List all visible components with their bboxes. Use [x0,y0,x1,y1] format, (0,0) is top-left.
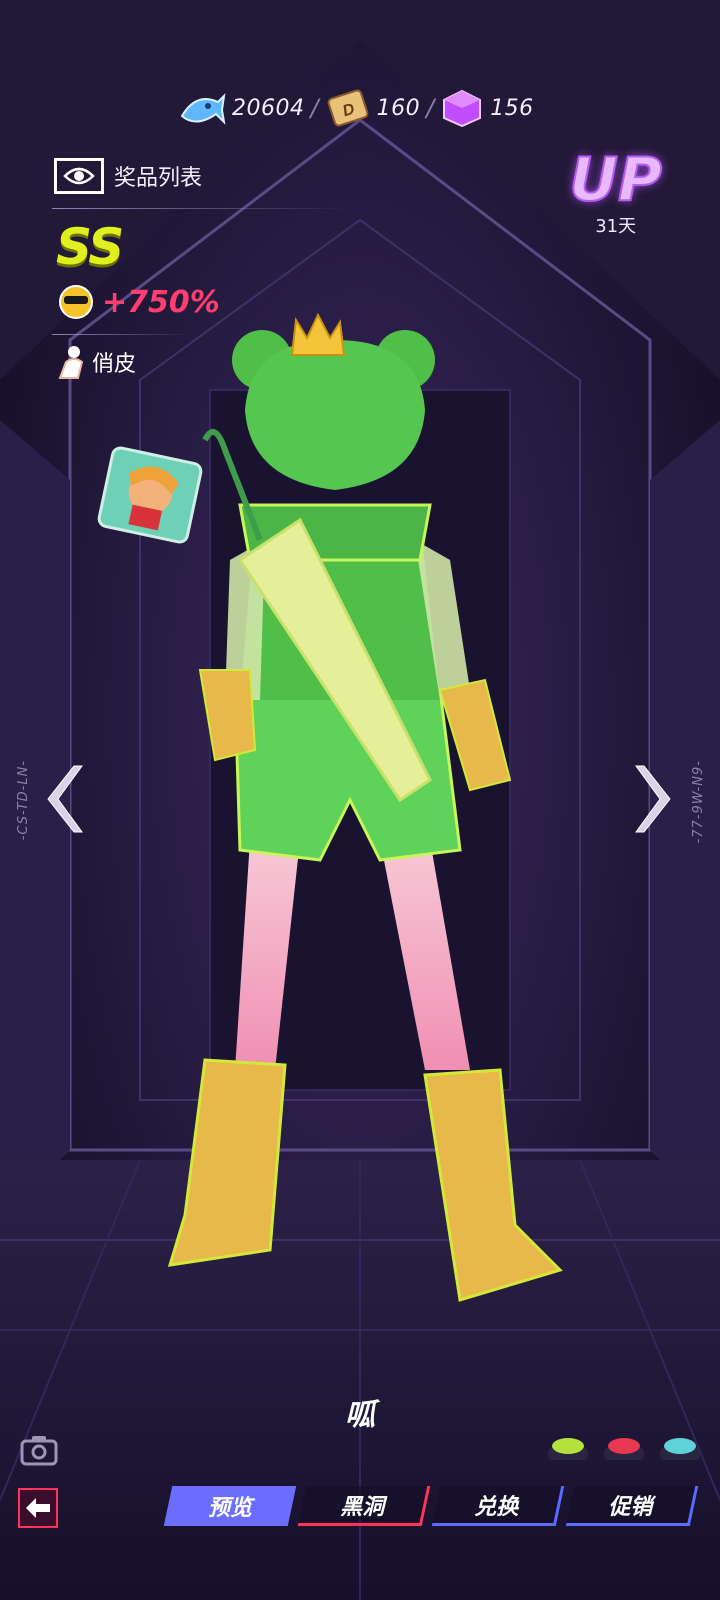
bottom-tab-bar: 预览 黑洞 兑换 促销 [163,1486,699,1526]
color-swatches [546,1432,702,1462]
tab-preview[interactable]: 预览 [163,1486,297,1526]
back-arrow-icon [26,1498,50,1518]
tab-promotion[interactable]: 促销 [565,1486,699,1526]
gem-amount: 156 [490,95,534,121]
tab-black-hole-label: 黑洞 [340,1494,385,1520]
next-arrow-icon[interactable] [634,764,674,834]
color-swatch-cyan[interactable] [658,1432,702,1462]
currency-separator: / [310,94,319,122]
tab-preview-label: 预览 [207,1496,252,1521]
bonus-row: +750% [56,284,220,320]
back-button[interactable] [18,1488,58,1528]
up-badge[interactable]: UP 31天 [568,145,663,238]
camera-icon[interactable] [20,1434,58,1466]
tab-black-hole[interactable]: 黑洞 [297,1486,431,1526]
left-side-code: -CS-TD-LN- [16,760,31,841]
tab-exchange[interactable]: 兑换 [431,1486,565,1526]
pose-figure-icon [58,346,84,379]
d-card-icon: D [327,89,369,127]
divider [52,334,192,335]
fish-icon [180,93,226,125]
tab-promotion-label: 促销 [608,1494,653,1520]
eye-icon [54,158,104,194]
skin-name: 呱 [345,1398,375,1433]
purple-cube-icon [443,89,482,128]
up-days-remaining: 31天 [595,216,637,237]
prize-list-label: 奖品列表 [114,166,203,191]
tab-exchange-label: 兑换 [474,1494,519,1520]
grade-label: SS [56,218,124,276]
color-swatch-red[interactable] [602,1432,646,1462]
swatch-fill [552,1438,584,1454]
previous-arrow-icon[interactable] [44,764,84,834]
color-swatch-green[interactable] [546,1432,590,1462]
style-tag: 俏皮 [54,344,136,380]
currency-bar: 20604 / D 160 / 156 [178,88,534,128]
divider [52,208,352,209]
bonus-percent: +750% [102,284,220,320]
currency-separator: / [426,94,435,122]
prize-list-button[interactable]: 奖品列表 [54,158,202,194]
style-tag-label: 俏皮 [92,352,137,377]
right-side-code: -77-9W-N9- [691,760,706,844]
sunglasses-face-icon [59,285,93,319]
d-card-amount: 160 [376,95,421,121]
fish-amount: 20604 [232,95,305,121]
up-badge-text: UP [568,145,663,215]
portrait-card [97,446,203,544]
